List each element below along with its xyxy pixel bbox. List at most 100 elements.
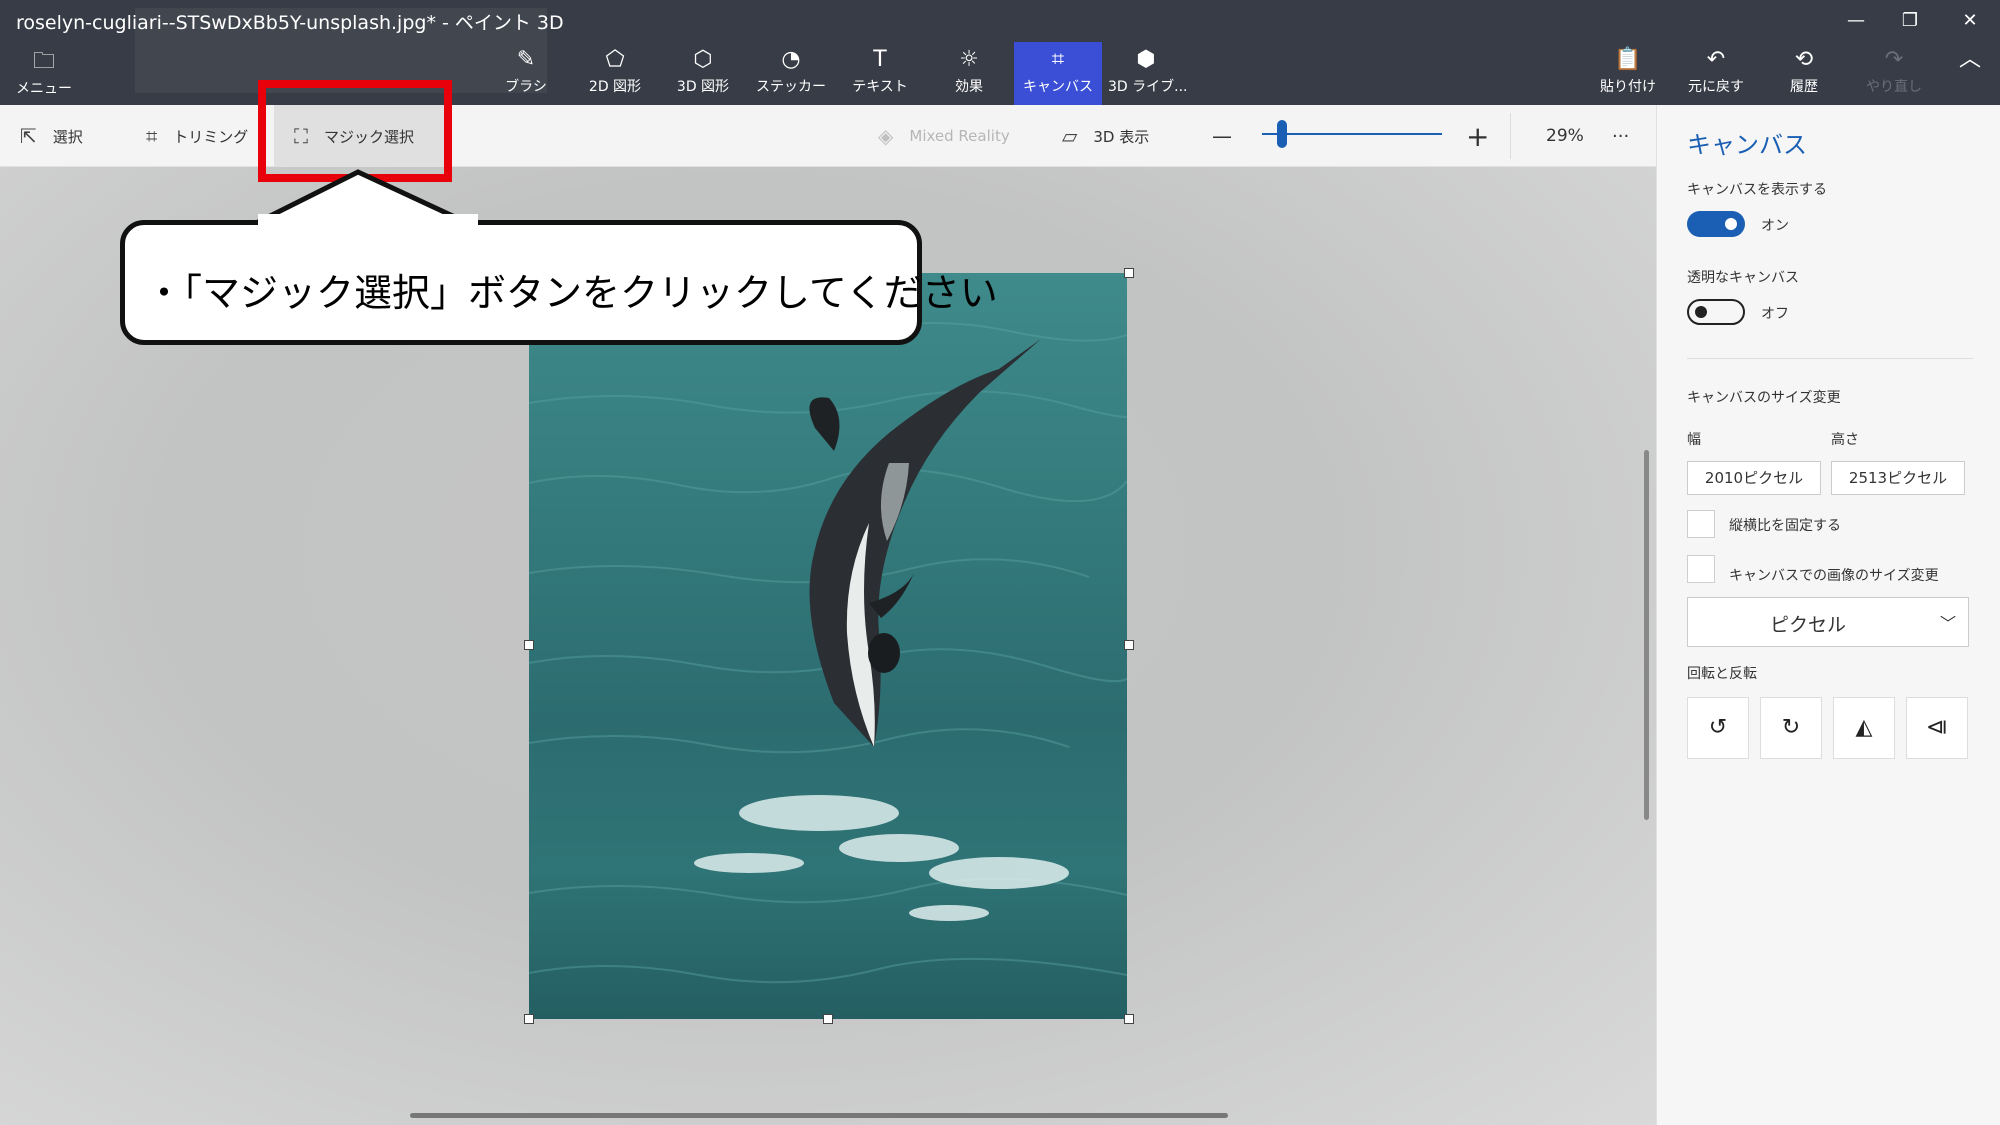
restore-button[interactable]: ❐ [1890, 6, 1930, 36]
collapse-ribbon-button[interactable]: ︿ [1950, 42, 1990, 105]
unit-value: ピクセル [1769, 614, 1846, 636]
mixed-reality-button[interactable]: ◈ Mixed Reality [878, 105, 1010, 167]
dolphin-photo [529, 321, 1127, 984]
transparent-canvas-state: オフ [1761, 306, 1789, 322]
crop-button[interactable]: ⌗ トリミング [146, 105, 248, 167]
chevron-up-icon: ︿ [1958, 47, 1981, 72]
resize-handle[interactable] [1124, 268, 1134, 278]
select-label: 選択 [52, 127, 83, 146]
chevron-down-icon: ﹀ [1939, 614, 1956, 633]
rotate-right-icon: ↻ [1781, 715, 1801, 740]
history-button[interactable]: ⟲ 履歴 [1776, 42, 1832, 105]
select-button[interactable]: ⇱ 選択 [20, 105, 83, 167]
resize-handle[interactable] [524, 1014, 534, 1024]
paste-icon: 📋 [1614, 47, 1642, 72]
tool-label: 効果 [955, 79, 983, 95]
folder-icon: 🗀 [32, 49, 55, 74]
rotate-left-button[interactable]: ↺ [1687, 697, 1749, 759]
crop-label: トリミング [173, 127, 249, 146]
divider [1510, 113, 1511, 159]
rotate-right-button[interactable]: ↻ [1760, 697, 1822, 759]
window-title: roselyn-cugliari--STSwDxBb5Y-unsplash.jp… [16, 12, 564, 34]
show-canvas-toggle[interactable] [1687, 211, 1745, 237]
unit-dropdown[interactable]: ピクセル ﹀ [1687, 597, 1969, 647]
zoom-in-button[interactable]: + [1466, 105, 1489, 167]
rotate-heading: 回転と反転 [1687, 666, 1757, 682]
3d-shapes-icon: ⬡ [693, 47, 713, 72]
2d-shapes-icon: ⬠ [605, 47, 625, 72]
menu-label: メニュー [16, 81, 72, 97]
resize-handle[interactable] [524, 640, 534, 650]
minimize-button[interactable]: — [1836, 6, 1876, 36]
tool-label: キャンバス [1023, 79, 1093, 95]
view-3d-button[interactable]: ▱ 3D 表示 [1062, 105, 1149, 167]
brush-icon: ✎ [516, 47, 536, 72]
panel-title: キャンバス [1687, 131, 1807, 159]
close-button[interactable]: ✕ [1950, 6, 1990, 36]
tool-3d-shapes[interactable]: ⬡ 3D 図形 [668, 42, 738, 105]
tool-label: ブラシ [505, 79, 547, 95]
height-input[interactable]: 2513ピクセル [1831, 461, 1965, 495]
sticker-icon: ◔ [781, 47, 801, 72]
width-input[interactable]: 2010ピクセル [1687, 461, 1821, 495]
resize-handle[interactable] [823, 1014, 833, 1024]
flip-horizontal-button[interactable]: ◭ [1833, 697, 1895, 759]
tool-label: 2D 図形 [588, 79, 642, 95]
undo-button[interactable]: ↶ 元に戻す [1684, 42, 1748, 105]
show-canvas-label: キャンバスを表示する [1687, 182, 1827, 198]
resize-handle[interactable] [1124, 1014, 1134, 1024]
transparent-canvas-toggle[interactable] [1687, 299, 1745, 325]
redo-icon: ↷ [1884, 47, 1904, 72]
redo-button[interactable]: ↷ やり直し [1862, 42, 1926, 105]
tool-effects[interactable]: ☼ 効果 [935, 42, 1003, 105]
view-3d-icon: ▱ [1062, 124, 1078, 148]
menu-button[interactable]: 🗀 メニュー [10, 44, 78, 107]
3d-library-icon: ⬢ [1136, 47, 1156, 72]
zoom-slider-track[interactable] [1262, 133, 1442, 135]
zoom-level: 29% [1546, 126, 1584, 146]
action-label: やり直し [1866, 79, 1922, 95]
flip-horizontal-icon: ◭ [1855, 715, 1873, 740]
mixed-reality-icon: ◈ [878, 124, 894, 148]
canvas-image-dolphin[interactable] [529, 273, 1127, 1019]
show-canvas-state: オン [1761, 218, 1789, 234]
lock-aspect-label: 縦横比を固定する [1729, 518, 1841, 534]
tool-canvas[interactable]: ⌗ キャンバス [1014, 42, 1102, 105]
history-icon: ⟲ [1794, 47, 1814, 72]
view-3d-label: 3D 表示 [1093, 127, 1150, 146]
resize-image-label: キャンバスでの画像のサイズ変更 [1729, 568, 1939, 584]
tool-sticker[interactable]: ◔ ステッカー [756, 42, 826, 105]
tool-label: 3D ライブ... [1108, 79, 1188, 95]
effects-icon: ☼ [959, 47, 979, 72]
instruction-callout: ・「マジック選択」ボタンをクリックしてください [120, 220, 998, 345]
lock-aspect-checkbox[interactable] [1687, 510, 1715, 538]
canvas-icon: ⌗ [1051, 47, 1065, 72]
callout-pointer-join [258, 214, 478, 226]
zoom-out-button[interactable]: — [1212, 105, 1232, 167]
flip-vertical-button[interactable]: ⧏ [1906, 697, 1968, 759]
horizontal-scrollbar[interactable] [410, 1113, 1228, 1118]
paste-button[interactable]: 📋 貼り付け [1596, 42, 1660, 105]
callout-text: ・「マジック選択」ボタンをクリックしてください [145, 271, 998, 315]
height-label: 高さ [1831, 432, 1859, 448]
tool-brush[interactable]: ✎ ブラシ [494, 42, 558, 105]
canvas-panel: キャンバス キャンバスを表示する オン 透明なキャンバス オフ キャンバスのサイ… [1656, 105, 2000, 1125]
more-options-button[interactable]: ··· [1612, 105, 1629, 167]
undo-icon: ↶ [1706, 47, 1726, 72]
panel-divider [1687, 358, 1973, 359]
action-label: 貼り付け [1600, 79, 1656, 95]
transparent-canvas-label: 透明なキャンバス [1687, 270, 1799, 286]
tool-text[interactable]: T テキスト [846, 42, 914, 105]
tool-label: ステッカー [756, 79, 826, 95]
action-label: 履歴 [1790, 79, 1818, 95]
tool-3d-library[interactable]: ⬢ 3D ライブ... [1108, 42, 1188, 105]
vertical-scrollbar[interactable] [1644, 450, 1649, 820]
resize-image-checkbox[interactable] [1687, 555, 1715, 583]
mixed-reality-label: Mixed Reality [909, 127, 1010, 145]
canvas-toolbar: ⇱ 選択 ⌗ トリミング ⛶ マジック選択 ◈ Mixed Reality ▱ … [0, 105, 1656, 167]
resize-handle[interactable] [1124, 640, 1134, 650]
tool-2d-shapes[interactable]: ⬠ 2D 図形 [580, 42, 650, 105]
zoom-slider-thumb[interactable] [1277, 120, 1287, 148]
cursor-icon: ⇱ [20, 124, 37, 148]
flip-vertical-icon: ⧏ [1926, 715, 1948, 740]
